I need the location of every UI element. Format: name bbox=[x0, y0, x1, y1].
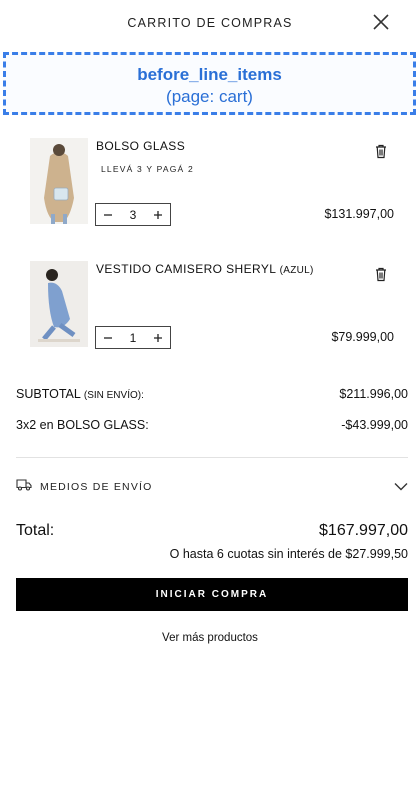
close-icon[interactable] bbox=[372, 13, 390, 31]
cart-header: CARRITO DE COMPRAS bbox=[0, 0, 420, 48]
discount-row: 3x2 en BOLSO GLASS: -$43.999,00 bbox=[16, 418, 408, 432]
chevron-down-icon[interactable] bbox=[394, 478, 408, 496]
shipping-methods-toggle[interactable]: MEDIOS DE ENVÍO bbox=[16, 477, 408, 497]
decrease-quantity-button[interactable] bbox=[96, 327, 120, 348]
promo-label: LLEVÁ 3 Y PAGÁ 2 bbox=[101, 164, 194, 174]
discount-label: 3x2 en BOLSO GLASS: bbox=[16, 418, 149, 432]
product-image[interactable] bbox=[30, 138, 88, 224]
product-image[interactable] bbox=[30, 261, 88, 347]
product-variant: (AZUL) bbox=[279, 265, 314, 276]
installments-text: O hasta 6 cuotas sin interés de $27.999,… bbox=[169, 547, 408, 561]
before-line-items-placeholder: before_line_items (page: cart) bbox=[3, 52, 416, 115]
subtotal-label: SUBTOTAL (SIN ENVÍO): bbox=[16, 387, 144, 401]
trash-icon[interactable] bbox=[374, 266, 388, 282]
cart-title: CARRITO DE COMPRAS bbox=[127, 16, 293, 30]
item-price: $131.997,00 bbox=[324, 207, 394, 221]
total-label: Total: bbox=[16, 522, 55, 539]
total-row: Total: $167.997,00 bbox=[16, 522, 408, 540]
discount-value: -$43.999,00 bbox=[341, 418, 408, 432]
product-name[interactable]: VESTIDO CAMISERO SHERYL (AZUL) bbox=[96, 262, 314, 276]
item-price: $79.999,00 bbox=[331, 330, 394, 344]
subtotal-row: SUBTOTAL (SIN ENVÍO): $211.996,00 bbox=[16, 387, 408, 401]
total-value: $167.997,00 bbox=[319, 522, 408, 539]
quantity-stepper: 3 bbox=[95, 203, 171, 226]
trash-icon[interactable] bbox=[374, 143, 388, 159]
quantity-stepper: 1 bbox=[95, 326, 171, 349]
placeholder-subtitle: (page: cart) bbox=[166, 87, 253, 106]
divider bbox=[16, 457, 408, 458]
more-products-link[interactable]: Ver más productos bbox=[0, 632, 420, 644]
decrease-quantity-button[interactable] bbox=[96, 204, 120, 225]
quantity-value[interactable]: 1 bbox=[120, 331, 146, 345]
subtotal-value: $211.996,00 bbox=[339, 387, 408, 401]
product-name[interactable]: BOLSO GLASS bbox=[96, 139, 185, 153]
shipping-label: MEDIOS DE ENVÍO bbox=[40, 481, 153, 493]
truck-icon bbox=[16, 478, 32, 496]
increase-quantity-button[interactable] bbox=[146, 204, 170, 225]
placeholder-title: before_line_items bbox=[137, 65, 282, 84]
start-checkout-button[interactable]: INICIAR COMPRA bbox=[16, 578, 408, 611]
quantity-value[interactable]: 3 bbox=[120, 208, 146, 222]
increase-quantity-button[interactable] bbox=[146, 327, 170, 348]
